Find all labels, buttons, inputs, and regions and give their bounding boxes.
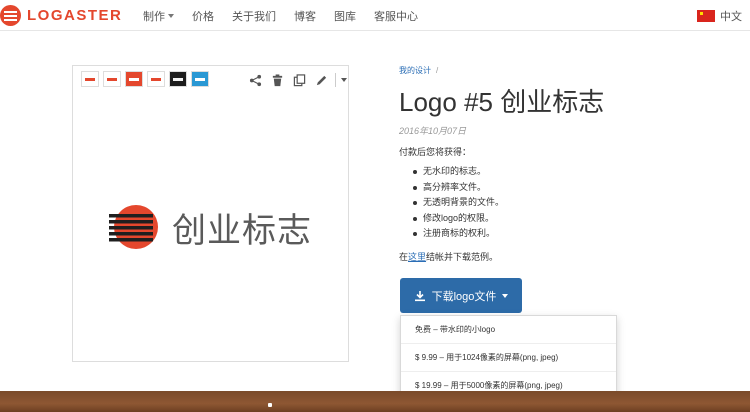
nav-item-gallery[interactable]: 图库 xyxy=(334,8,356,24)
brand-logo[interactable]: LOGASTER xyxy=(0,4,122,26)
benefits-list: 无水印的标志。 高分辨率文件。 无透明背景的文件。 修改logo的权限。 注册商… xyxy=(413,164,504,242)
nav-item-create[interactable]: 制作 xyxy=(143,8,174,24)
logo-text: 创业标志 xyxy=(172,211,312,250)
copy-icon[interactable] xyxy=(291,72,307,88)
download-icon xyxy=(414,290,425,301)
creation-date: 2016年10月07日 xyxy=(399,126,467,136)
pencil-icon[interactable] xyxy=(313,72,329,88)
nav-item-blog[interactable]: 博客 xyxy=(294,8,316,24)
variant-thumbnail[interactable] xyxy=(147,71,165,87)
download-logo-button[interactable]: 下载logo文件 xyxy=(400,278,522,313)
nav-item-about[interactable]: 关于我们 xyxy=(232,8,276,24)
list-item: 无水印的标志。 xyxy=(413,164,504,180)
main-menu: 制作 价格 关于我们 博客 图库 客服中心 xyxy=(143,0,436,31)
logo-symbol-icon xyxy=(109,203,163,251)
brand-name: LOGASTER xyxy=(27,6,123,24)
list-item: 注册商标的权利。 xyxy=(413,226,504,242)
language-switcher[interactable]: 中文 xyxy=(697,0,742,31)
color-variant-thumbnails xyxy=(81,71,213,87)
nav-item-support[interactable]: 客服中心 xyxy=(374,8,418,24)
toolbar-divider xyxy=(335,73,336,87)
logo-preview-panel: 创业标志 xyxy=(72,65,349,362)
variant-thumbnail[interactable] xyxy=(191,71,209,87)
china-flag-icon xyxy=(697,9,715,22)
download-option-1024[interactable]: $ 9.99 – 用于1024像素的屏幕(png, jpeg) xyxy=(401,344,616,372)
preview-toolbar xyxy=(81,71,347,93)
sample-download-link[interactable]: 这里 xyxy=(408,252,426,262)
preview-tools xyxy=(247,71,347,89)
footer-background xyxy=(0,391,750,412)
breadcrumb-my-designs[interactable]: 我的设计 xyxy=(399,66,431,75)
share-icon[interactable] xyxy=(247,72,263,88)
sample-note-suffix: 结帐并下载范例。 xyxy=(426,252,499,262)
nav-item-pricing[interactable]: 价格 xyxy=(192,8,214,24)
list-item: 无透明背景的文件。 xyxy=(413,195,504,211)
chevron-down-icon[interactable] xyxy=(341,78,347,82)
language-label: 中文 xyxy=(720,10,742,23)
sample-note-prefix: 在 xyxy=(399,252,409,262)
variant-thumbnail[interactable] xyxy=(169,71,187,87)
variant-thumbnail[interactable] xyxy=(125,71,143,87)
list-item: 修改logo的权限。 xyxy=(413,211,504,227)
list-item: 高分辨率文件。 xyxy=(413,180,504,196)
benefits-heading: 付款后您将获得： xyxy=(399,147,472,157)
variant-thumbnail[interactable] xyxy=(103,71,121,87)
variant-thumbnail[interactable] xyxy=(81,71,99,87)
logo-artwork: 创业标志 xyxy=(109,202,349,252)
download-option-free[interactable]: 免费 – 带水印的小logo xyxy=(401,316,616,344)
breadcrumb-separator: / xyxy=(436,66,439,75)
download-button-label: 下载logo文件 xyxy=(431,290,497,303)
nav-item-label: 制作 xyxy=(143,10,165,23)
sample-download-note: 在这里结帐并下载范例。 xyxy=(399,250,498,263)
chevron-down-icon xyxy=(502,293,509,298)
logo-canvas: 创业标志 xyxy=(73,96,348,361)
chevron-down-icon xyxy=(168,13,174,18)
trash-icon[interactable] xyxy=(269,72,285,88)
top-navbar: LOGASTER 制作 价格 关于我们 博客 图库 客服中心 中文 xyxy=(0,0,750,31)
logaster-logo-icon xyxy=(0,4,21,26)
breadcrumb: 我的设计 / xyxy=(399,65,438,76)
page-title: Logo #5 创业标志 xyxy=(399,87,605,117)
